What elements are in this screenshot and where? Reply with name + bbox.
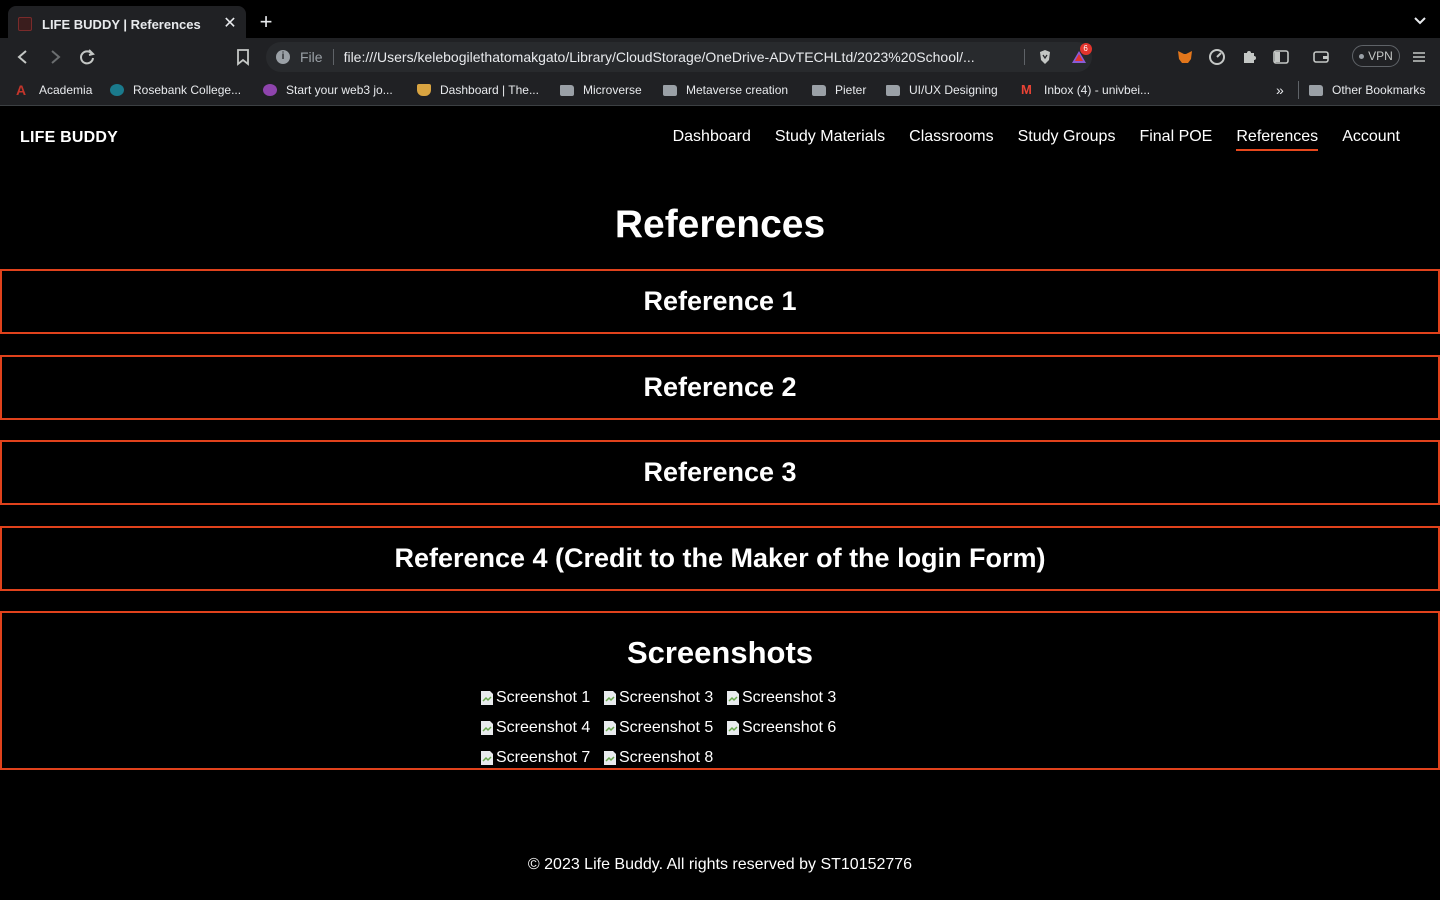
screenshots-heading: Screenshots [626, 635, 814, 670]
reference-card[interactable]: Reference 2 [0, 355, 1440, 420]
reference-heading: Reference 3 [643, 457, 797, 487]
broken-image-icon [481, 721, 493, 735]
nav-final-poe[interactable]: Final POE [1139, 128, 1212, 151]
forward-arrow-icon[interactable] [44, 46, 66, 68]
bookmark-inbox[interactable]: M Inbox (4) - univbei... [1021, 81, 1150, 99]
tab-title: LIFE BUDDY | References [42, 16, 201, 32]
dashboard-icon [417, 84, 431, 96]
wallet-icon[interactable] [1312, 48, 1330, 66]
broken-image-icon [481, 691, 493, 705]
scheme-label: File [300, 49, 334, 65]
folder-icon [560, 84, 574, 96]
tab-strip: LIFE BUDDY | References ✕ + [0, 0, 1440, 42]
reference-card[interactable]: Reference 1 [0, 269, 1440, 334]
bookmark-folder-metaverse[interactable]: Metaverse creation [663, 81, 788, 99]
broken-image-icon [604, 721, 616, 735]
brave-rewards-icon[interactable]: 6 [1071, 43, 1092, 65]
address-bar[interactable]: i File file:///Users/kelebogilethatomakg… [266, 42, 1092, 72]
close-tab-icon[interactable]: ✕ [220, 14, 240, 34]
nav-dashboard[interactable]: Dashboard [673, 128, 751, 151]
screenshot-image[interactable]: Screenshot 3 [726, 689, 849, 707]
browser-toolbar: i File file:///Users/kelebogilethatomakg… [0, 38, 1440, 74]
site-favicon-icon [18, 17, 32, 31]
broken-image-icon [604, 751, 616, 765]
reference-card[interactable]: Reference 4 (Credit to the Maker of the … [0, 526, 1440, 591]
main-nav: Dashboard Study Materials Classrooms Stu… [673, 128, 1400, 151]
bookmark-folder-uiux[interactable]: UI/UX Designing [886, 81, 998, 99]
sidebar-icon[interactable] [1272, 48, 1290, 66]
bookmark-dashboard[interactable]: Dashboard | The... [417, 81, 539, 99]
back-arrow-icon[interactable] [12, 46, 34, 68]
metamask-icon[interactable] [1176, 48, 1194, 66]
bookmarks-bar: A Academia Rosebank College... Start you… [0, 74, 1440, 106]
screenshot-image[interactable]: Screenshot 1 [480, 689, 603, 707]
screenshot-image[interactable]: Screenshot 5 [603, 719, 726, 737]
speedometer-icon[interactable] [1208, 48, 1226, 66]
vpn-status-dot [1359, 53, 1365, 59]
brave-shields-icon[interactable] [1037, 49, 1053, 65]
screenshot-image[interactable]: Screenshot 4 [480, 719, 603, 737]
nav-study-materials[interactable]: Study Materials [775, 128, 885, 151]
url-text[interactable]: file:///Users/kelebogilethatomakgato/Lib… [344, 49, 1016, 65]
nav-account[interactable]: Account [1342, 128, 1400, 151]
reference-heading: Reference 2 [643, 372, 797, 402]
bookmark-rosebank[interactable]: Rosebank College... [110, 81, 241, 99]
nav-references[interactable]: References [1236, 128, 1319, 151]
vpn-label: VPN [1368, 49, 1393, 63]
info-icon[interactable]: i [276, 50, 290, 64]
screenshots-section: Screenshots Screenshot 1 Screenshot 3 Sc… [0, 611, 1440, 770]
new-tab-icon[interactable]: + [256, 10, 276, 34]
site-footer: © 2023 Life Buddy. All rights reserved b… [527, 856, 913, 873]
screenshot-image[interactable]: Screenshot 3 [603, 689, 726, 707]
folder-icon [812, 84, 826, 96]
folder-icon [663, 84, 677, 96]
broken-image-icon [481, 751, 493, 765]
broken-image-icon [604, 691, 616, 705]
bookmark-icon[interactable] [232, 46, 254, 68]
screenshot-image[interactable]: Screenshot 7 [480, 749, 603, 767]
broken-image-icon [727, 691, 739, 705]
nav-classrooms[interactable]: Classrooms [909, 128, 993, 151]
bookmark-folder-pieter[interactable]: Pieter [812, 81, 866, 99]
rewards-badge: 6 [1079, 43, 1092, 55]
web-page: LIFE BUDDY Dashboard Study Materials Cla… [0, 107, 1440, 900]
omnibox-divider [1023, 49, 1025, 65]
site-logo[interactable]: LIFE BUDDY [20, 129, 118, 147]
other-bookmarks[interactable]: Other Bookmarks [1298, 81, 1425, 99]
screenshot-image[interactable]: Screenshot 8 [603, 749, 726, 767]
reference-heading: Reference 4 (Credit to the Maker of the … [394, 543, 1046, 573]
bookmark-web3[interactable]: Start your web3 jo... [263, 81, 393, 99]
site-header: LIFE BUDDY Dashboard Study Materials Cla… [0, 107, 1440, 171]
page-title: References [614, 203, 826, 246]
menu-icon[interactable] [1410, 48, 1428, 66]
web3-icon [263, 84, 277, 96]
screenshot-image[interactable]: Screenshot 6 [726, 719, 849, 737]
bookmark-folder-microverse[interactable]: Microverse [560, 81, 642, 99]
folder-icon [1309, 84, 1323, 96]
screenshots-grid: Screenshot 1 Screenshot 3 Screenshot 3 S… [480, 689, 970, 767]
puzzle-extensions-icon[interactable] [1240, 48, 1258, 66]
nav-study-groups[interactable]: Study Groups [1018, 128, 1116, 151]
chevron-down-icon[interactable] [1412, 12, 1428, 28]
reload-icon[interactable] [76, 46, 98, 68]
vpn-button[interactable]: VPN [1352, 45, 1400, 67]
reference-card[interactable]: Reference 3 [0, 440, 1440, 505]
reference-heading: Reference 1 [643, 286, 797, 316]
rosebank-icon [110, 84, 124, 96]
broken-image-icon [727, 721, 739, 735]
gmail-icon: M [1021, 82, 1032, 97]
folder-icon [886, 84, 900, 96]
bookmarks-overflow-button[interactable]: » [1276, 81, 1284, 99]
academia-icon: A [16, 82, 27, 98]
browser-tab[interactable]: LIFE BUDDY | References ✕ [8, 6, 246, 42]
bookmark-academia[interactable]: A Academia [16, 81, 92, 99]
